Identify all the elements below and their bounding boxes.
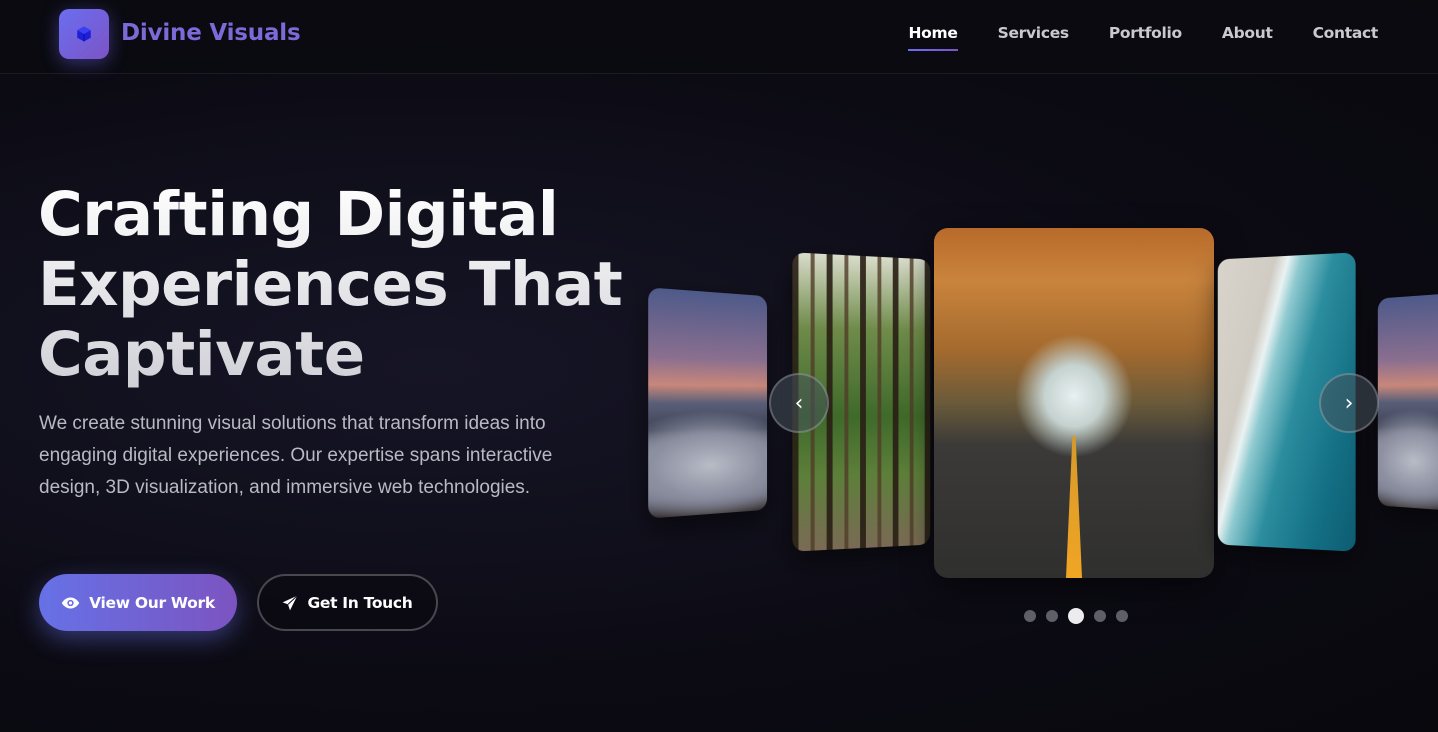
site-header: Divine Visuals Home Services Portfolio A… bbox=[0, 0, 1438, 74]
carousel-next-button[interactable]: › bbox=[1319, 373, 1379, 433]
hero-title: Crafting Digital Experiences That Captiv… bbox=[38, 180, 658, 390]
nav-about[interactable]: About bbox=[1222, 24, 1273, 42]
view-our-work-button[interactable]: View Our Work bbox=[39, 574, 237, 631]
hero-title-line: Captivate bbox=[38, 319, 365, 390]
nav-services[interactable]: Services bbox=[998, 24, 1069, 42]
get-in-touch-label: Get In Touch bbox=[307, 594, 412, 612]
carousel-dot[interactable] bbox=[1024, 610, 1036, 622]
logo-badge[interactable] bbox=[59, 9, 109, 59]
slide-mountain-clouds[interactable] bbox=[648, 287, 767, 518]
chevron-right-icon: › bbox=[1345, 391, 1354, 416]
nav-portfolio[interactable]: Portfolio bbox=[1109, 24, 1182, 42]
carousel-dot-active[interactable] bbox=[1068, 608, 1084, 624]
main-nav: Home Services Portfolio About Contact bbox=[868, 24, 1378, 42]
carousel-dots bbox=[1024, 608, 1128, 624]
hero-title-line: Experiences That bbox=[38, 249, 622, 320]
get-in-touch-button[interactable]: Get In Touch bbox=[257, 574, 438, 631]
view-our-work-label: View Our Work bbox=[89, 594, 215, 612]
carousel-dot[interactable] bbox=[1116, 610, 1128, 622]
slide-mountain-clouds-2[interactable] bbox=[1378, 293, 1438, 510]
paper-plane-icon bbox=[282, 595, 298, 611]
nav-contact[interactable]: Contact bbox=[1313, 24, 1378, 42]
carousel-dot[interactable] bbox=[1094, 610, 1106, 622]
brand-name[interactable]: Divine Visuals bbox=[121, 20, 300, 46]
eye-icon bbox=[61, 596, 80, 610]
chevron-left-icon: ‹ bbox=[795, 391, 804, 416]
road-center-line bbox=[1066, 436, 1082, 578]
carousel-dot[interactable] bbox=[1046, 610, 1058, 622]
slide-autumn-road[interactable] bbox=[934, 228, 1214, 578]
hero-title-line: Crafting Digital bbox=[38, 179, 558, 250]
carousel-prev-button[interactable]: ‹ bbox=[769, 373, 829, 433]
nav-home[interactable]: Home bbox=[908, 24, 957, 42]
hero-description: We create stunning visual solutions that… bbox=[39, 408, 559, 504]
cube-icon bbox=[75, 25, 93, 43]
